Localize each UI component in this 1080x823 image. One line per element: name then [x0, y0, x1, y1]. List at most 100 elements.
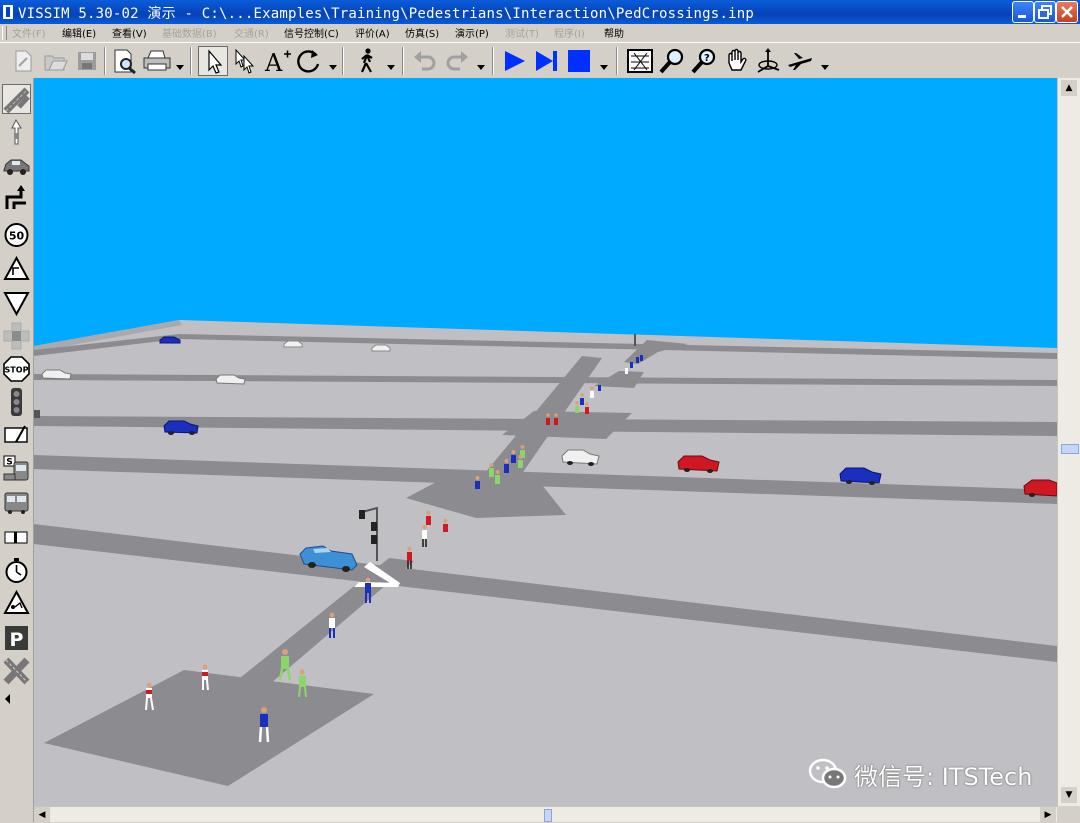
close-links-button[interactable]: [2, 656, 31, 686]
scroll-down-arrow[interactable]: ▼: [1061, 787, 1077, 803]
menu-presentation[interactable]: 演示(P): [455, 25, 489, 40]
menu-edit[interactable]: 编辑(E): [62, 25, 96, 40]
stop-sign-button[interactable]: STOP: [2, 354, 31, 384]
reduced-speed-button[interactable]: [2, 254, 31, 284]
redo-icon: [446, 51, 468, 71]
text-label-icon: A: [264, 49, 291, 76]
toolbar-more-arrow[interactable]: [5, 694, 10, 704]
menu-signal-control[interactable]: 信号控制(C): [284, 25, 339, 40]
routing-icon: [5, 185, 26, 209]
wechat-icon: [808, 758, 847, 789]
warning-button[interactable]: [2, 588, 31, 618]
speed-limit-button[interactable]: 50: [2, 220, 31, 250]
print-dropdown-arrow[interactable]: [176, 65, 184, 70]
pedestrian-dropdown-arrow[interactable]: [387, 65, 395, 70]
menu-scripts[interactable]: 程序(I): [554, 25, 585, 40]
stop-button[interactable]: [564, 46, 594, 76]
pedestrian: [590, 386, 594, 398]
vehicle-type-button[interactable]: [2, 150, 31, 180]
step-forward-button[interactable]: [532, 46, 562, 76]
menu-bar: 文件(F) 编辑(E) 查看(V) 基础数据(B) 交通(R) 信号控制(C) …: [0, 24, 1080, 42]
network-3d-view[interactable]: [34, 78, 1057, 806]
print-button[interactable]: [141, 46, 171, 76]
close-links-icon: [3, 657, 30, 685]
horizontal-scroll-thumb[interactable]: [544, 809, 552, 822]
transit-stop-button[interactable]: S: [2, 454, 31, 484]
multi-select-button[interactable]: [230, 46, 260, 76]
main-toolbar: A ?: [0, 42, 1080, 80]
menu-evaluation[interactable]: 评价(A): [355, 25, 390, 40]
rotate-dropdown-arrow[interactable]: [329, 65, 337, 70]
scroll-right-arrow[interactable]: ▶: [1040, 807, 1056, 823]
menu-file[interactable]: 文件(F): [12, 25, 46, 40]
svg-text:50: 50: [9, 230, 25, 243]
pedestrian: [575, 401, 579, 413]
signal-head-button[interactable]: [2, 387, 31, 417]
open-file-button[interactable]: [40, 46, 70, 76]
toolbar-separator: [342, 47, 344, 75]
rotate-3d-icon: [757, 48, 780, 73]
transit-line-button[interactable]: [2, 487, 31, 517]
pedestrian: [625, 368, 628, 374]
open-file-icon: [44, 55, 68, 71]
vehicle-red-car-edge: [1023, 479, 1057, 497]
fly-mode-button[interactable]: [785, 46, 815, 76]
scroll-left-arrow[interactable]: ◀: [34, 807, 50, 823]
menu-test[interactable]: 测试(T): [505, 25, 539, 40]
save-button[interactable]: [72, 46, 102, 76]
menu-traffic[interactable]: 交通(R): [234, 25, 269, 40]
pedestrian: [546, 413, 550, 425]
links-button[interactable]: [2, 84, 31, 114]
fly-mode-dropdown-arrow[interactable]: [821, 65, 829, 70]
horizontal-scrollbar[interactable]: ◀ ▶: [34, 806, 1057, 823]
play-button[interactable]: [500, 46, 530, 76]
zoom-in-button[interactable]: [657, 46, 687, 76]
pan-hand-button[interactable]: [721, 46, 751, 76]
travel-time-button[interactable]: [2, 555, 31, 585]
maximize-button[interactable]: [1034, 1, 1056, 23]
restore-icon: [1038, 5, 1052, 19]
save-icon: [78, 52, 96, 70]
queue-counter-button[interactable]: [2, 522, 31, 552]
redo-button[interactable]: [442, 46, 472, 76]
redo-dropdown-arrow[interactable]: [477, 65, 485, 70]
yield-button[interactable]: [2, 288, 31, 318]
pedestrian-button[interactable]: [352, 46, 382, 76]
undo-button[interactable]: [410, 46, 440, 76]
conflict-area-button[interactable]: [2, 321, 31, 351]
close-button[interactable]: [1056, 1, 1078, 23]
menu-help[interactable]: 帮助: [604, 25, 624, 40]
stop-sign-icon: STOP: [3, 356, 30, 382]
links-icon: [3, 87, 30, 114]
play-icon: [505, 51, 525, 71]
vertical-scroll-thumb[interactable]: [1061, 444, 1079, 454]
print-preview-button[interactable]: [110, 46, 140, 76]
select-pointer-button[interactable]: [198, 46, 228, 76]
new-file-icon: [15, 50, 32, 72]
close-icon: [1061, 6, 1073, 18]
zoom-help-button[interactable]: ?: [689, 46, 719, 76]
vehicle-input-button[interactable]: [2, 117, 31, 147]
stop-dropdown-arrow[interactable]: [600, 65, 608, 70]
minimize-button[interactable]: [1012, 1, 1034, 23]
pedestrian-icon: [360, 48, 373, 73]
svg-text:?: ?: [704, 53, 710, 64]
pedestrian: [585, 402, 589, 414]
vertical-scrollbar[interactable]: ▲ ▼: [1057, 78, 1080, 806]
detector-button[interactable]: [2, 420, 31, 450]
pedestrian: [489, 463, 494, 477]
rotate-3d-button[interactable]: [753, 46, 783, 76]
text-label-button[interactable]: A: [262, 46, 292, 76]
zoom-extent-button[interactable]: [625, 46, 655, 76]
parking-button[interactable]: P: [2, 623, 31, 653]
routing-button[interactable]: [2, 183, 31, 213]
new-file-button[interactable]: [8, 46, 38, 76]
pedestrian: [443, 518, 448, 532]
menu-view[interactable]: 查看(V): [112, 25, 147, 40]
scroll-up-arrow[interactable]: ▲: [1061, 80, 1077, 96]
menu-base-data[interactable]: 基础数据(B): [162, 25, 217, 40]
menu-simulation[interactable]: 仿真(S): [405, 25, 439, 40]
conflict-area-icon: [3, 322, 30, 350]
transit-line-icon: [4, 492, 29, 514]
rotate-button[interactable]: [294, 46, 324, 76]
